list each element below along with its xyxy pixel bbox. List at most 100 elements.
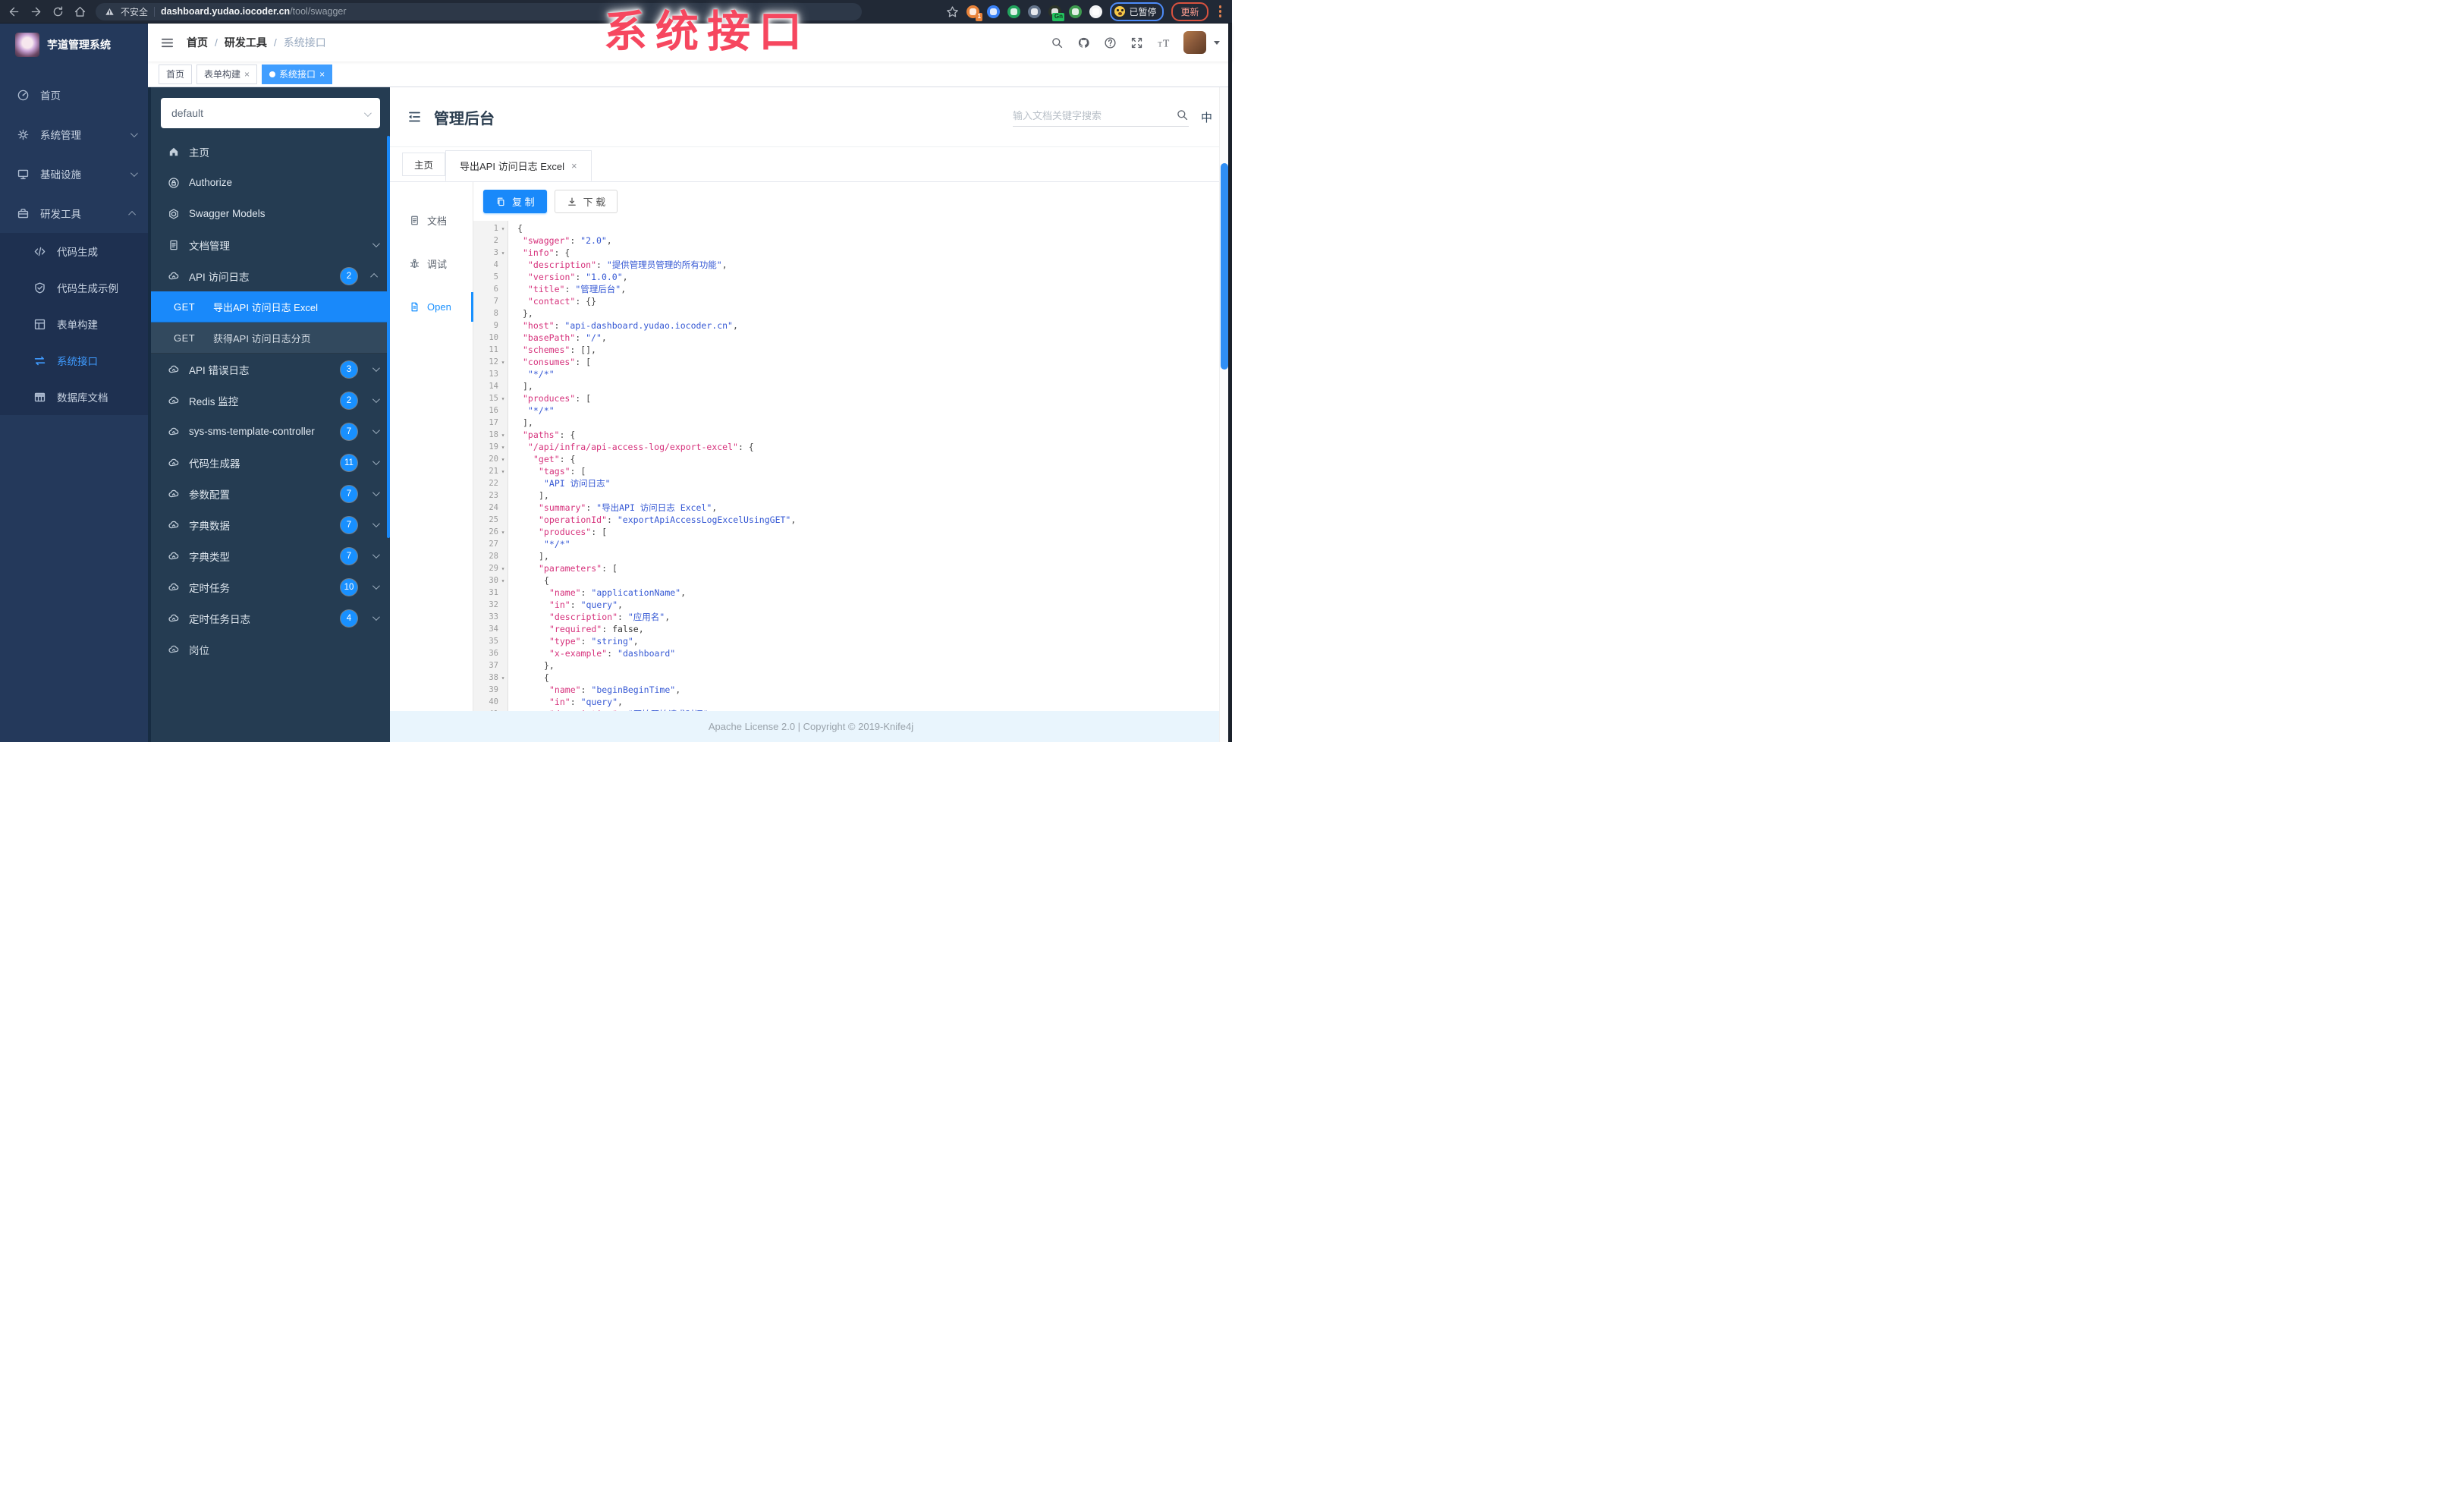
- chevron-down-icon: [130, 129, 138, 137]
- fold-toggle-icon[interactable]: ▾: [498, 444, 508, 451]
- copy-button[interactable]: 复 制: [483, 190, 547, 213]
- swagger-menu-定时任务日志[interactable]: 定时任务日志 4: [151, 602, 390, 634]
- avatar-caret-down-icon[interactable]: [1214, 40, 1220, 45]
- home-icon[interactable]: [74, 5, 86, 18]
- close-icon[interactable]: ×: [571, 160, 577, 171]
- close-icon[interactable]: ×: [319, 70, 325, 79]
- content-scrollbar-thumb[interactable]: [1221, 163, 1228, 370]
- fold-toggle-icon[interactable]: ▾: [498, 359, 508, 366]
- fold-toggle-icon[interactable]: ▾: [498, 250, 508, 256]
- swagger-menu-API 错误日志[interactable]: API 错误日志 3: [151, 354, 390, 385]
- doc-search-icon[interactable]: [1176, 109, 1189, 121]
- rail-item-文档[interactable]: 文档: [390, 199, 473, 242]
- swagger-menu-主页[interactable]: 主页: [151, 136, 390, 167]
- breadcrumb-home[interactable]: 首页: [187, 35, 208, 50]
- cloud-icon: [168, 488, 180, 500]
- rail-item-调试[interactable]: 调试: [390, 242, 473, 285]
- close-icon[interactable]: ×: [244, 70, 250, 79]
- fold-toggle-icon[interactable]: ▾: [498, 675, 508, 681]
- swagger-menu-sys-sms-template-controller[interactable]: sys-sms-template-controller 7: [151, 416, 390, 447]
- check-extension-icon[interactable]: [1007, 5, 1021, 18]
- sidebar-item-label: 基础设施: [40, 169, 81, 181]
- tag-表单构建[interactable]: 表单构建 ×: [196, 64, 258, 84]
- fold-toggle-icon[interactable]: ▾: [498, 529, 508, 536]
- swagger-menu-定时任务[interactable]: 定时任务 10: [151, 571, 390, 602]
- doc-tab-主页[interactable]: 主页: [402, 153, 446, 176]
- app-logo-row[interactable]: 芋道管理系统: [0, 24, 148, 66]
- code-line: ],: [517, 417, 1232, 429]
- gutter-line: 9: [473, 319, 508, 332]
- doc-search-input[interactable]: 输入文档关键字搜索: [1012, 108, 1189, 127]
- language-toggle[interactable]: 中: [1201, 109, 1212, 125]
- fold-toggle-icon[interactable]: ▾: [498, 577, 508, 584]
- user-avatar[interactable]: [1183, 31, 1206, 54]
- swagger-menu-参数配置[interactable]: 参数配置 7: [151, 478, 390, 509]
- header-search-icon[interactable]: [1051, 36, 1064, 49]
- github-icon[interactable]: [1077, 36, 1090, 49]
- sidebar-item-基础设施[interactable]: 基础设施: [0, 154, 148, 193]
- json-key: "in": [549, 697, 570, 707]
- paused-extension-pill[interactable]: 已暂停: [1110, 2, 1164, 21]
- breadcrumb-dev-tools[interactable]: 研发工具: [225, 35, 267, 50]
- sidebar-item-代码生成[interactable]: 代码生成: [0, 233, 148, 269]
- swagger-sidebar-scrollbar[interactable]: [387, 136, 390, 538]
- sidebar-item-系统管理[interactable]: 系统管理: [0, 115, 148, 154]
- count-badge: 3: [341, 360, 357, 378]
- browser-menu-icon[interactable]: [1216, 4, 1225, 19]
- fold-toggle-icon[interactable]: ▾: [498, 225, 508, 232]
- swagger-menu-文档管理[interactable]: 文档管理: [151, 229, 390, 260]
- sidebar-item-首页[interactable]: 首页: [0, 75, 148, 115]
- tag-首页[interactable]: 首页: [159, 64, 193, 84]
- menu-collapse-icon[interactable]: [407, 109, 422, 124]
- download-button[interactable]: 下 载: [554, 190, 618, 213]
- sidebar-item-数据库文档[interactable]: 数据库文档: [0, 379, 148, 415]
- swagger-menu-岗位[interactable]: 岗位: [151, 634, 390, 665]
- gutter-line: 19 ▾: [473, 441, 508, 453]
- browser-update-button[interactable]: 更新: [1171, 2, 1208, 21]
- fold-toggle-icon[interactable]: ▾: [498, 565, 508, 572]
- swagger-menu-label: 主页: [189, 146, 209, 159]
- sidebar-toggle-icon[interactable]: [160, 36, 174, 50]
- api-group-select[interactable]: default: [161, 98, 380, 128]
- font-size-icon[interactable]: TT: [1157, 36, 1170, 49]
- back-icon[interactable]: [8, 5, 20, 18]
- sprout-extension-icon[interactable]: [1069, 5, 1083, 18]
- swagger-menu-Authorize[interactable]: Authorize: [151, 167, 390, 198]
- code-line: "operationId": "exportApiAccessLogExcelU…: [517, 514, 1232, 526]
- json-string: "导出API 访问日志 Excel": [596, 502, 712, 513]
- address-bar[interactable]: 不安全 dashboard.yudao.iocoder.cn/tool/swag…: [96, 2, 862, 20]
- fold-toggle-icon[interactable]: ▾: [498, 395, 508, 402]
- sidebar-item-表单构建[interactable]: 表单构建: [0, 306, 148, 342]
- reload-icon[interactable]: [52, 5, 64, 18]
- forward-icon[interactable]: [30, 5, 42, 18]
- swagger-menu-API 访问日志[interactable]: API 访问日志 2: [151, 260, 390, 291]
- json-string: "/": [586, 332, 602, 343]
- flower-extension-icon[interactable]: [1089, 5, 1103, 18]
- swagger-menu-代码生成器[interactable]: 代码生成器 11: [151, 447, 390, 478]
- bookmark-star-icon[interactable]: [946, 5, 959, 18]
- swagger-menu-Swagger Models[interactable]: Swagger Models: [151, 198, 390, 229]
- sidebar-item-系统接口[interactable]: 系统接口: [0, 342, 148, 379]
- api-operation-获得API 访问日志分页[interactable]: GET 获得API 访问日志分页: [151, 322, 390, 354]
- pin-extension-icon[interactable]: [987, 5, 1001, 18]
- api-operation-导出API 访问日志 Excel[interactable]: GET 导出API 访问日志 Excel: [151, 291, 390, 322]
- swagger-menu-字典类型[interactable]: 字典类型 7: [151, 540, 390, 571]
- tag-系统接口[interactable]: 系统接口 ×: [262, 64, 333, 84]
- fold-toggle-icon[interactable]: ▾: [498, 456, 508, 463]
- breadcrumb-separator: /: [273, 36, 277, 49]
- fullscreen-icon[interactable]: [1130, 36, 1143, 49]
- swagger-menu-字典数据[interactable]: 字典数据 7: [151, 509, 390, 540]
- json-punct: ,: [675, 684, 681, 695]
- gn-extension-icon[interactable]: Gn: [1048, 5, 1065, 21]
- sidebar-item-代码生成示例[interactable]: 代码生成示例: [0, 269, 148, 306]
- help-icon[interactable]: [1104, 36, 1117, 49]
- split-extension-icon[interactable]: [1028, 5, 1042, 18]
- json-code-editor[interactable]: 1 ▾ 2 3 ▾ 4 5 6 7 8 9 10 11 12 ▾ 13 14 15 ▾ 16 17 18 ▾ 19 ▾ 20 ▾ 21…: [473, 221, 1232, 711]
- doc-tab-导出API 访问日志 Excel[interactable]: 导出API 访问日志 Excel ×: [445, 150, 592, 181]
- sidebar-item-研发工具[interactable]: 研发工具: [0, 193, 148, 233]
- rail-item-Open[interactable]: Open: [390, 285, 473, 329]
- fold-toggle-icon[interactable]: ▾: [498, 468, 508, 475]
- orange-extension-icon[interactable]: 1: [966, 5, 983, 21]
- swagger-menu-Redis 监控[interactable]: Redis 监控 2: [151, 385, 390, 416]
- fold-toggle-icon[interactable]: ▾: [498, 432, 508, 439]
